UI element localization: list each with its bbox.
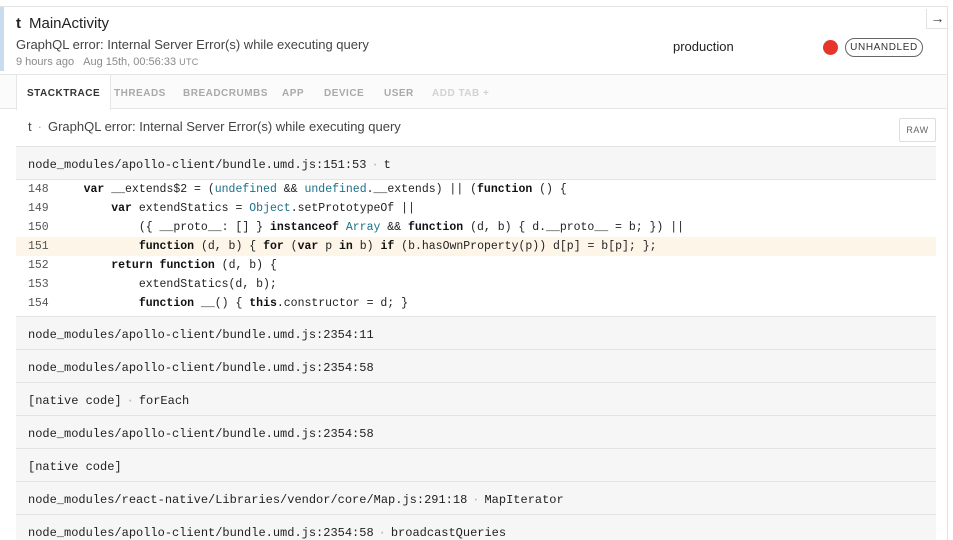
- code-line: 153 extendStatics(d, b);: [28, 278, 277, 291]
- frame-method: forEach: [138, 394, 190, 408]
- stacktrace-frames: node_modules/apollo-client/bundle.umd.js…: [16, 146, 936, 540]
- frame-file: [native code]: [28, 394, 122, 408]
- status-badge[interactable]: UNHANDLED: [845, 38, 923, 57]
- arrow-right-icon[interactable]: →: [926, 9, 947, 29]
- frame-file: node_modules/apollo-client/bundle.umd.js…: [28, 526, 374, 540]
- tab-stacktrace[interactable]: STACKTRACE: [16, 75, 112, 110]
- frame-file: node_modules/react-native/Libraries/vend…: [28, 493, 468, 507]
- stack-frame[interactable]: node_modules/apollo-client/bundle.umd.js…: [16, 349, 936, 382]
- separator-dot: ·: [126, 394, 134, 408]
- separator-dot: ·: [378, 526, 386, 540]
- stack-frame[interactable]: [native code]: [16, 448, 936, 481]
- frame-file: node_modules/apollo-client/bundle.umd.js…: [28, 427, 374, 441]
- code-line: 154 function __() { this.constructor = d…: [28, 297, 408, 310]
- relative-time: 9 hours ago: [16, 56, 75, 68]
- stack-frame[interactable]: node_modules/apollo-client/bundle.umd.js…: [16, 316, 936, 349]
- timestamp: Aug 15th, 00:56:33: [83, 56, 177, 68]
- tab-bar: STACKTRACE THREADS BREADCRUMBS APP DEVIC…: [0, 74, 947, 110]
- frame-method: broadcastQueries: [390, 526, 507, 540]
- raw-button[interactable]: RAW: [899, 118, 936, 142]
- error-header: t MainActivity GraphQL error: Internal Se…: [0, 7, 947, 74]
- frame-file: node_modules/apollo-client/bundle.umd.js…: [28, 328, 374, 342]
- frame-file: node_modules/apollo-client/bundle.umd.js…: [28, 158, 367, 172]
- frame-method: t: [383, 158, 391, 172]
- exception-class: t: [28, 119, 32, 134]
- code-context: 148 var __extends$2 = (undefined && unde…: [16, 179, 936, 313]
- error-meta: 9 hours ago Aug 15th, 00:56:33 UTC: [16, 56, 199, 68]
- timezone: UTC: [179, 57, 199, 67]
- tab-device[interactable]: DEVICE: [324, 75, 364, 109]
- exception-summary: t · GraphQL error: Internal Server Error(s…: [28, 119, 401, 134]
- frame-file: node_modules/apollo-client/bundle.umd.js…: [28, 361, 374, 375]
- separator-dot: ·: [472, 493, 480, 507]
- code-line: 149 var extendStatics = Object.setProtot…: [28, 202, 415, 215]
- tab-user[interactable]: USER: [384, 75, 414, 109]
- stack-frame[interactable]: node_modules/apollo-client/bundle.umd.js…: [16, 146, 936, 179]
- stack-frame[interactable]: node_modules/apollo-client/bundle.umd.js…: [16, 415, 936, 448]
- environment-label: production: [673, 39, 734, 54]
- separator-dot: ·: [37, 119, 42, 134]
- stack-frame[interactable]: node_modules/react-native/Libraries/vend…: [16, 481, 936, 514]
- error-context: MainActivity: [29, 15, 110, 32]
- tab-threads[interactable]: THREADS: [114, 75, 166, 109]
- error-title: t MainActivity: [16, 15, 109, 32]
- error-function-name: t: [16, 15, 21, 32]
- code-line: 148 var __extends$2 = (undefined && unde…: [28, 183, 567, 196]
- code-line: 150 ({ __proto__: [] } instanceof Array …: [28, 221, 685, 234]
- exception-message: GraphQL error: Internal Server Error(s) …: [47, 119, 401, 134]
- stack-frame[interactable]: [native code] · forEach: [16, 382, 936, 415]
- severity-dot-icon: [823, 40, 838, 55]
- tab-breadcrumbs[interactable]: BREADCRUMBS: [183, 75, 268, 109]
- code-line: 152 return function (d, b) {: [28, 259, 277, 272]
- frame-file: [native code]: [28, 460, 122, 474]
- highlighted-code-line: 151 function (d, b) { for (var p in b) i…: [16, 237, 936, 256]
- separator-dot: ·: [371, 158, 379, 172]
- tab-app[interactable]: APP: [282, 75, 304, 109]
- frame-method: MapIterator: [484, 493, 564, 507]
- tab-add[interactable]: ADD TAB +: [432, 75, 489, 109]
- error-message: GraphQL error: Internal Server Error(s) …: [16, 37, 369, 52]
- stack-frame[interactable]: node_modules/apollo-client/bundle.umd.js…: [16, 514, 936, 540]
